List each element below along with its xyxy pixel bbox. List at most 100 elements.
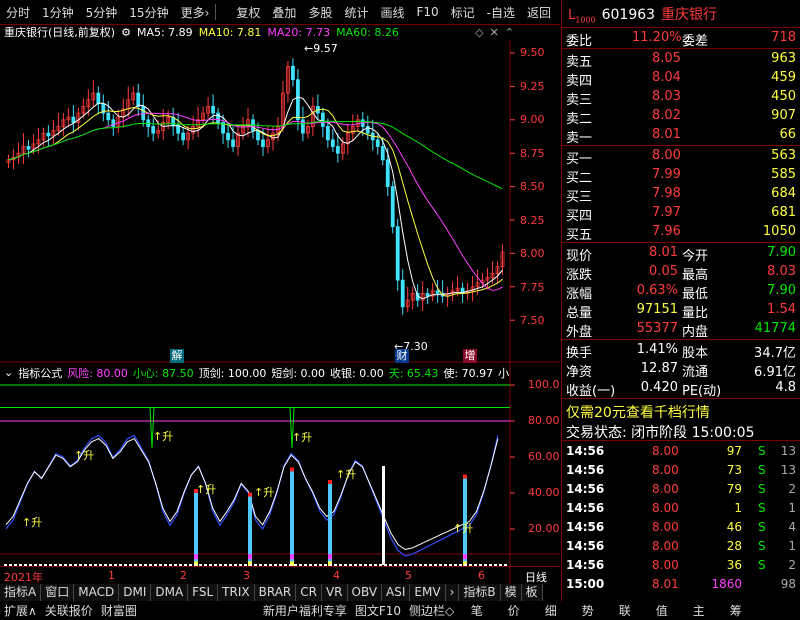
candle-body: [261, 139, 265, 147]
tab-15min[interactable]: 15分钟: [123, 4, 174, 21]
overlay-button[interactable]: 叠加: [266, 4, 302, 21]
tab-cr[interactable]: CR: [296, 584, 322, 601]
marker-cai[interactable]: 财: [395, 349, 409, 363]
tab-5min[interactable]: 5分钟: [80, 4, 124, 21]
tab-template[interactable]: 模: [500, 584, 522, 601]
expand-button[interactable]: 扩展∧: [0, 602, 41, 619]
tab-board[interactable]: 板: [521, 584, 543, 601]
indicator-name[interactable]: 指标公式: [18, 365, 62, 381]
candle-body: [385, 159, 390, 187]
stats-button[interactable]: 统计: [338, 4, 374, 21]
timeline-month: 1: [108, 569, 115, 582]
marker-zeng[interactable]: 增: [463, 349, 477, 363]
tab-lian[interactable]: 联: [606, 602, 643, 619]
tab-fenshi[interactable]: 分时: [0, 4, 36, 21]
ask-row[interactable]: 卖二 8.02 907: [562, 107, 800, 127]
back-button[interactable]: 返回: [521, 4, 557, 21]
stat-value: 1.41%: [636, 342, 678, 357]
mark-button[interactable]: 标记: [445, 4, 481, 21]
stat-label: 股本: [682, 346, 709, 361]
stat-value: 8.03: [767, 264, 796, 279]
period-label[interactable]: 日线: [525, 569, 547, 585]
ask-row[interactable]: 卖一 8.01 66: [562, 126, 800, 146]
tab-zhu[interactable]: 主: [680, 602, 717, 619]
tick-price: 8.00: [652, 482, 679, 496]
ma60-label: MA60: 8.26: [336, 25, 399, 39]
candle-body: [435, 290, 440, 294]
tab-jia[interactable]: 价: [495, 602, 532, 619]
diamond-icon[interactable]: ◇: [475, 26, 483, 39]
bid-row[interactable]: 买四 7.97 681: [562, 204, 800, 224]
chevron-up-icon[interactable]: ⌃: [505, 26, 560, 39]
stat-value: 8.01: [649, 245, 678, 260]
f10-link[interactable]: 图文F10: [351, 602, 405, 619]
ask-row[interactable]: 卖三 8.03 450: [562, 88, 800, 108]
ask-price: 8.05: [652, 51, 681, 66]
tab-trix[interactable]: TRIX: [218, 584, 255, 601]
tab-obv[interactable]: OBV: [347, 584, 383, 601]
signal-bar-top: [248, 492, 252, 497]
tab-zhi[interactable]: 值: [643, 602, 680, 619]
tab-asi[interactable]: ASI: [382, 584, 411, 601]
tab-emv[interactable]: EMV: [410, 584, 446, 601]
stat-value: 41774: [754, 321, 796, 336]
stock-name: 重庆银行: [661, 7, 718, 23]
ma5-label: MA5: 7.89: [136, 25, 193, 39]
quote-panel: L1000 601963 重庆银行 委比 11.20% 委差 718 卖五 8.0…: [562, 0, 800, 601]
stock-code: 601963: [601, 7, 656, 23]
stat-value: 7.90: [767, 245, 796, 260]
tab-bi[interactable]: 笔: [458, 602, 495, 619]
marker-jie[interactable]: 解: [170, 349, 184, 363]
tick-row: 15:00 8.01 1860 98: [562, 575, 800, 594]
promo-text[interactable]: 仅需20元查看千档行情: [566, 402, 710, 422]
stat-label: 涨幅: [566, 287, 593, 302]
ask-row[interactable]: 卖四 8.04 459: [562, 69, 800, 89]
f10-button[interactable]: F10: [410, 5, 444, 19]
candle-body: [330, 139, 335, 147]
timeline: 2021年 1 2 3 4 5 6 日线: [0, 566, 560, 584]
tab-macd[interactable]: MACD: [74, 584, 120, 601]
fuquan-button[interactable]: 复权: [230, 4, 266, 21]
draw-line-button[interactable]: 画线: [374, 4, 410, 21]
ask-label: 卖一: [566, 131, 593, 146]
tick-volume: 1: [734, 501, 742, 515]
sidebar-toggle[interactable]: 侧边栏◇: [405, 602, 458, 619]
bid-row[interactable]: 买二 7.99 585: [562, 166, 800, 186]
tab-dmi[interactable]: DMI: [119, 584, 152, 601]
related-quote-button[interactable]: 关联报价: [41, 602, 97, 619]
rise-label: ↑升: [153, 430, 174, 443]
kline-chart[interactable]: [0, 40, 560, 584]
bid-row[interactable]: 买一 8.00 563: [562, 147, 800, 167]
promo-row[interactable]: 仅需20元查看千档行情: [562, 401, 800, 422]
tab-indicator-a[interactable]: 指标A: [0, 584, 42, 601]
stat-label: 最低: [682, 287, 709, 302]
multi-stock-button[interactable]: 多股: [302, 4, 338, 21]
bid-row[interactable]: 买三 7.98 684: [562, 185, 800, 205]
tab-fsl[interactable]: FSL: [188, 584, 219, 601]
ma20-label: MA20: 7.73: [267, 25, 331, 39]
new-user-benefit-link[interactable]: 新用户福利专享: [259, 602, 351, 619]
remove-watchlist-button[interactable]: -自选: [481, 4, 521, 21]
tab-scroll-right[interactable]: ›: [445, 584, 460, 601]
tab-shi[interactable]: 势: [569, 602, 606, 619]
ma-line-20: [8, 112, 503, 291]
tab-window[interactable]: 窗口: [41, 584, 75, 601]
tab-chou[interactable]: 筹: [717, 602, 754, 619]
tab-vr[interactable]: VR: [321, 584, 348, 601]
tab-dma[interactable]: DMA: [151, 584, 189, 601]
tab-brar[interactable]: BRAR: [254, 584, 297, 601]
signal-bar-mag: [463, 554, 467, 560]
tab-indicator-b[interactable]: 指标B: [459, 584, 501, 601]
close-icon[interactable]: ✕: [490, 26, 499, 39]
tab-1min[interactable]: 1分钟: [36, 4, 80, 21]
gear-icon[interactable]: ⚙: [121, 26, 131, 39]
wealth-circle-button[interactable]: 财富圈: [97, 602, 141, 619]
bid-row[interactable]: 买五 7.96 1050: [562, 223, 800, 243]
ask-label: 卖四: [566, 74, 593, 89]
ask-row[interactable]: 卖五 8.05 963: [562, 50, 800, 70]
tick-row: 14:56 8.00 73 S 13: [562, 461, 800, 480]
timeline-month: 2: [180, 569, 187, 582]
tab-more[interactable]: 更多›: [175, 4, 216, 21]
indicator-toggle-icon[interactable]: ⌄: [0, 366, 13, 379]
tab-xi[interactable]: 细: [532, 602, 569, 619]
